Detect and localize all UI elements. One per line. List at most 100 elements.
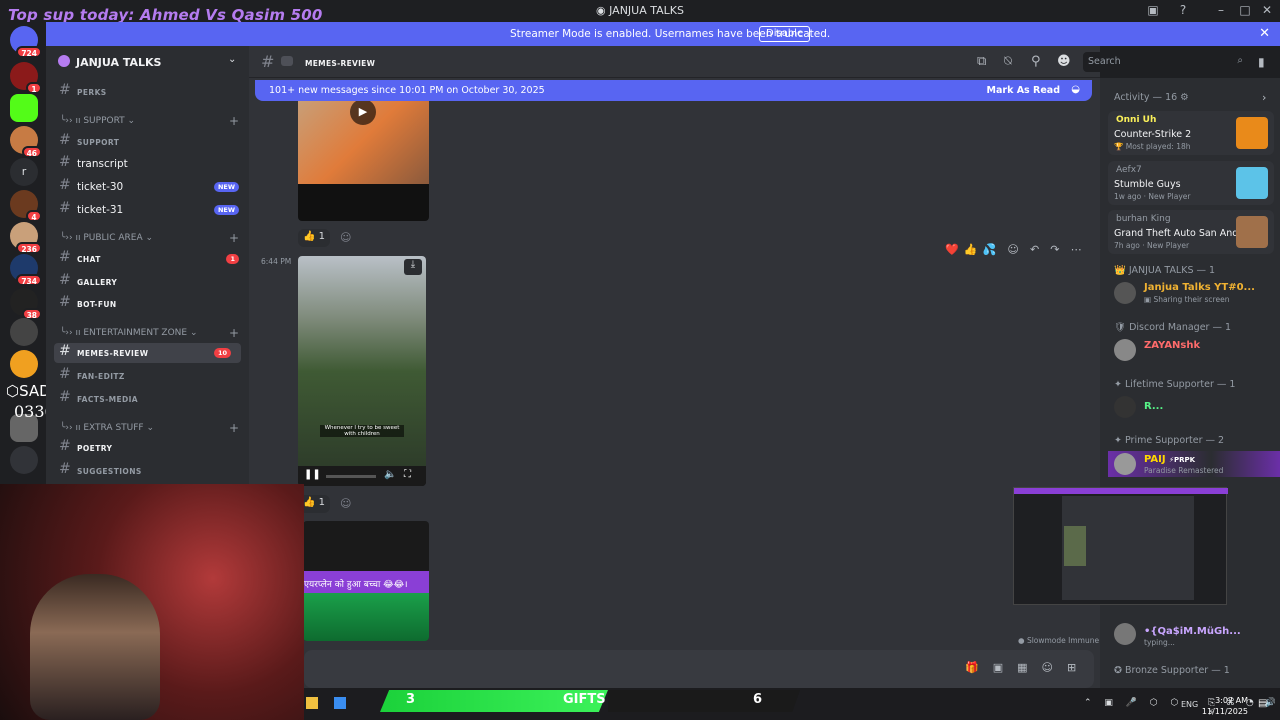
video-player[interactable]: Whenever I try to be sweet with children… bbox=[298, 256, 426, 486]
add-channel-icon[interactable]: + bbox=[229, 231, 239, 245]
chevron-down-icon[interactable]: ⌄ bbox=[228, 54, 236, 65]
server-icon[interactable] bbox=[10, 350, 38, 378]
server-icon[interactable]: 734 bbox=[10, 254, 42, 286]
file-explorer-icon[interactable] bbox=[306, 697, 318, 709]
activity-header[interactable]: Activity — 16 ⚙ bbox=[1114, 92, 1189, 103]
server-icon[interactable]: 38 bbox=[10, 288, 42, 320]
channel-poetry[interactable]: # POETRY bbox=[46, 438, 249, 458]
channel-memes-review[interactable]: # MEMES-REVIEW 10 bbox=[54, 343, 241, 363]
clock[interactable]: 3:07 AM 11/11/2025 bbox=[1198, 695, 1248, 717]
mute-icon[interactable]: ⍉ bbox=[1004, 54, 1012, 69]
sparkle-icon[interactable]: 💦 bbox=[983, 243, 997, 256]
server-icon[interactable] bbox=[10, 318, 38, 346]
avatar[interactable] bbox=[1114, 396, 1136, 418]
category-entertainment[interactable]: ╰›› ıı ENTERTAINMENT ZONE ⌄ bbox=[60, 328, 198, 338]
channel-label: CHAT bbox=[77, 255, 101, 264]
member-name[interactable]: R... bbox=[1144, 401, 1163, 412]
disable-button[interactable]: Disable bbox=[759, 26, 811, 42]
channel-label: MEMES-REVIEW bbox=[77, 349, 149, 358]
volume-icon[interactable]: 🔈 bbox=[384, 469, 396, 480]
add-channel-icon[interactable]: + bbox=[229, 114, 239, 128]
add-channel-icon[interactable]: + bbox=[229, 326, 239, 340]
activity-card[interactable]: burhan King Grand Theft Auto San Andr...… bbox=[1108, 210, 1274, 254]
channel-support[interactable]: # SUPPORT bbox=[46, 132, 249, 152]
channel-chat[interactable]: # CHAT 1 bbox=[46, 249, 249, 269]
video-attachment[interactable]: ▶ bbox=[298, 96, 429, 221]
channel-gallery[interactable]: # GALLERY bbox=[46, 272, 249, 292]
new-badge: NEW bbox=[213, 182, 239, 192]
server-icon[interactable]: 236 bbox=[10, 222, 42, 254]
server-icon[interactable]: 46 bbox=[10, 126, 42, 158]
progress-track[interactable] bbox=[326, 475, 376, 478]
category-public-area[interactable]: ╰›› ıı PUBLIC AREA ⌄ bbox=[60, 233, 153, 243]
channel-suggestions[interactable]: # SUGGESTIONS bbox=[46, 461, 249, 481]
close-window-button[interactable]: ✕ bbox=[1258, 3, 1276, 19]
mark-as-read-button[interactable]: Mark As Read bbox=[987, 85, 1060, 96]
avatar[interactable] bbox=[1114, 339, 1136, 361]
minimize-button[interactable]: – bbox=[1212, 3, 1230, 19]
server-icon[interactable]: 4 bbox=[10, 190, 42, 222]
store-icon[interactable] bbox=[334, 697, 346, 709]
video-attachment[interactable]: एयरप्लेन को हुआ बच्चा 😂😂। bbox=[303, 521, 429, 641]
member-name[interactable]: •{Qa$iM.MüGh... bbox=[1144, 626, 1241, 637]
server-name[interactable]: JANJUA TALKS bbox=[76, 56, 161, 69]
channel-label: ticket-31 bbox=[77, 204, 124, 216]
channel-perks[interactable]: # PERKS bbox=[46, 82, 249, 102]
server-letter-icon[interactable]: r bbox=[10, 158, 38, 186]
avatar[interactable] bbox=[1114, 282, 1136, 304]
more-icon[interactable]: ⋯ bbox=[1071, 243, 1082, 256]
language-indicator[interactable]: ENG bbox=[1181, 700, 1198, 709]
category-extra-stuff[interactable]: ╰›› ıı EXTRA STUFF ⌄ bbox=[60, 423, 154, 433]
thumbs-up-icon[interactable]: 👍 bbox=[964, 243, 978, 256]
mark-read-icon[interactable]: ◒ bbox=[1071, 84, 1080, 95]
play-icon[interactable]: ▶ bbox=[350, 99, 376, 125]
tray-icons[interactable]: ⌃ ▣ 🎤 ⬡ ⬡ bbox=[1084, 698, 1183, 708]
fullscreen-icon[interactable]: ⛶ bbox=[404, 469, 411, 480]
heart-icon[interactable]: ❤️ bbox=[945, 243, 959, 256]
member-name[interactable]: Janjua Talks YT#0... bbox=[1144, 282, 1255, 293]
help-icon[interactable]: ? bbox=[1174, 3, 1192, 19]
add-reaction-icon[interactable]: ☺ bbox=[340, 231, 351, 244]
chevron-right-icon[interactable]: › bbox=[1262, 91, 1266, 104]
pin-icon[interactable]: ⚲ bbox=[1031, 54, 1041, 69]
member-name[interactable]: ZAYANshk bbox=[1144, 340, 1200, 351]
dm-home-icon[interactable]: 724 bbox=[10, 26, 42, 58]
reaction-thumbs-up[interactable]: 👍 1 bbox=[298, 229, 331, 247]
avatar[interactable] bbox=[1114, 453, 1136, 475]
pause-icon[interactable]: ❚❚ bbox=[304, 469, 321, 480]
inbox-icon[interactable]: ▮ bbox=[1258, 55, 1265, 69]
kick-server-icon[interactable] bbox=[10, 94, 38, 122]
download-icon[interactable]: ⤓ bbox=[404, 259, 422, 275]
activity-user: Aefx7 bbox=[1116, 165, 1142, 175]
channel-ticket-30[interactable]: # ticket-30 NEW bbox=[46, 177, 249, 197]
category-support[interactable]: ╰›› ıı SUPPORT ⌄ bbox=[60, 116, 135, 126]
reply-icon[interactable]: ↶ bbox=[1030, 243, 1039, 256]
composer-icons[interactable]: 🎁▣▦☺⊞ bbox=[965, 661, 1090, 674]
discover-icon[interactable] bbox=[10, 446, 38, 474]
add-reaction-icon[interactable]: ☺ bbox=[340, 497, 351, 510]
channel-bot-fun[interactable]: # BOT-FUN bbox=[46, 294, 249, 314]
new-messages-bar[interactable]: 101+ new messages since 10:01 PM on Octo… bbox=[255, 80, 1092, 101]
inbox-icon[interactable]: ▣ bbox=[1144, 3, 1162, 19]
members-icon[interactable]: ☻ bbox=[1057, 54, 1071, 69]
close-icon[interactable]: ✕ bbox=[1259, 26, 1270, 41]
server-icon[interactable]: 1 bbox=[10, 62, 42, 94]
message-actions: ❤️ 👍 💦 ☺ ↶ ↷ ⋯ bbox=[945, 238, 1085, 256]
activity-card[interactable]: Aefx7 Stumble Guys 1w ago · New Player bbox=[1108, 161, 1274, 205]
threads-icon[interactable]: ⧉ bbox=[977, 54, 986, 69]
channel-transcript[interactable]: # transcript bbox=[46, 154, 249, 174]
emoji-icon[interactable]: ☺ bbox=[1007, 243, 1018, 256]
channel-ticket-31[interactable]: # ticket-31 NEW bbox=[46, 200, 249, 220]
screen-share-preview[interactable] bbox=[1013, 487, 1228, 605]
channel-facts-media[interactable]: # FACTS-MEDIA bbox=[46, 389, 249, 409]
forward-icon[interactable]: ↷ bbox=[1050, 243, 1059, 256]
activity-card[interactable]: Onni Uh Counter-Strike 2 🏆 Most played: … bbox=[1108, 111, 1274, 155]
video-controls: ❚❚ 🔈 ⛶ bbox=[298, 466, 426, 486]
avatar[interactable] bbox=[1114, 623, 1136, 645]
add-channel-icon[interactable]: + bbox=[229, 421, 239, 435]
maximize-button[interactable]: □ bbox=[1236, 3, 1254, 19]
search-input[interactable]: Search ⌕ bbox=[1083, 52, 1248, 72]
member-name[interactable]: PAIJ ⚡PRPK bbox=[1144, 454, 1195, 465]
channel-fan-editz[interactable]: # FAN-EDITZ bbox=[46, 366, 249, 386]
notification-icon[interactable]: ▤ bbox=[1258, 698, 1267, 709]
